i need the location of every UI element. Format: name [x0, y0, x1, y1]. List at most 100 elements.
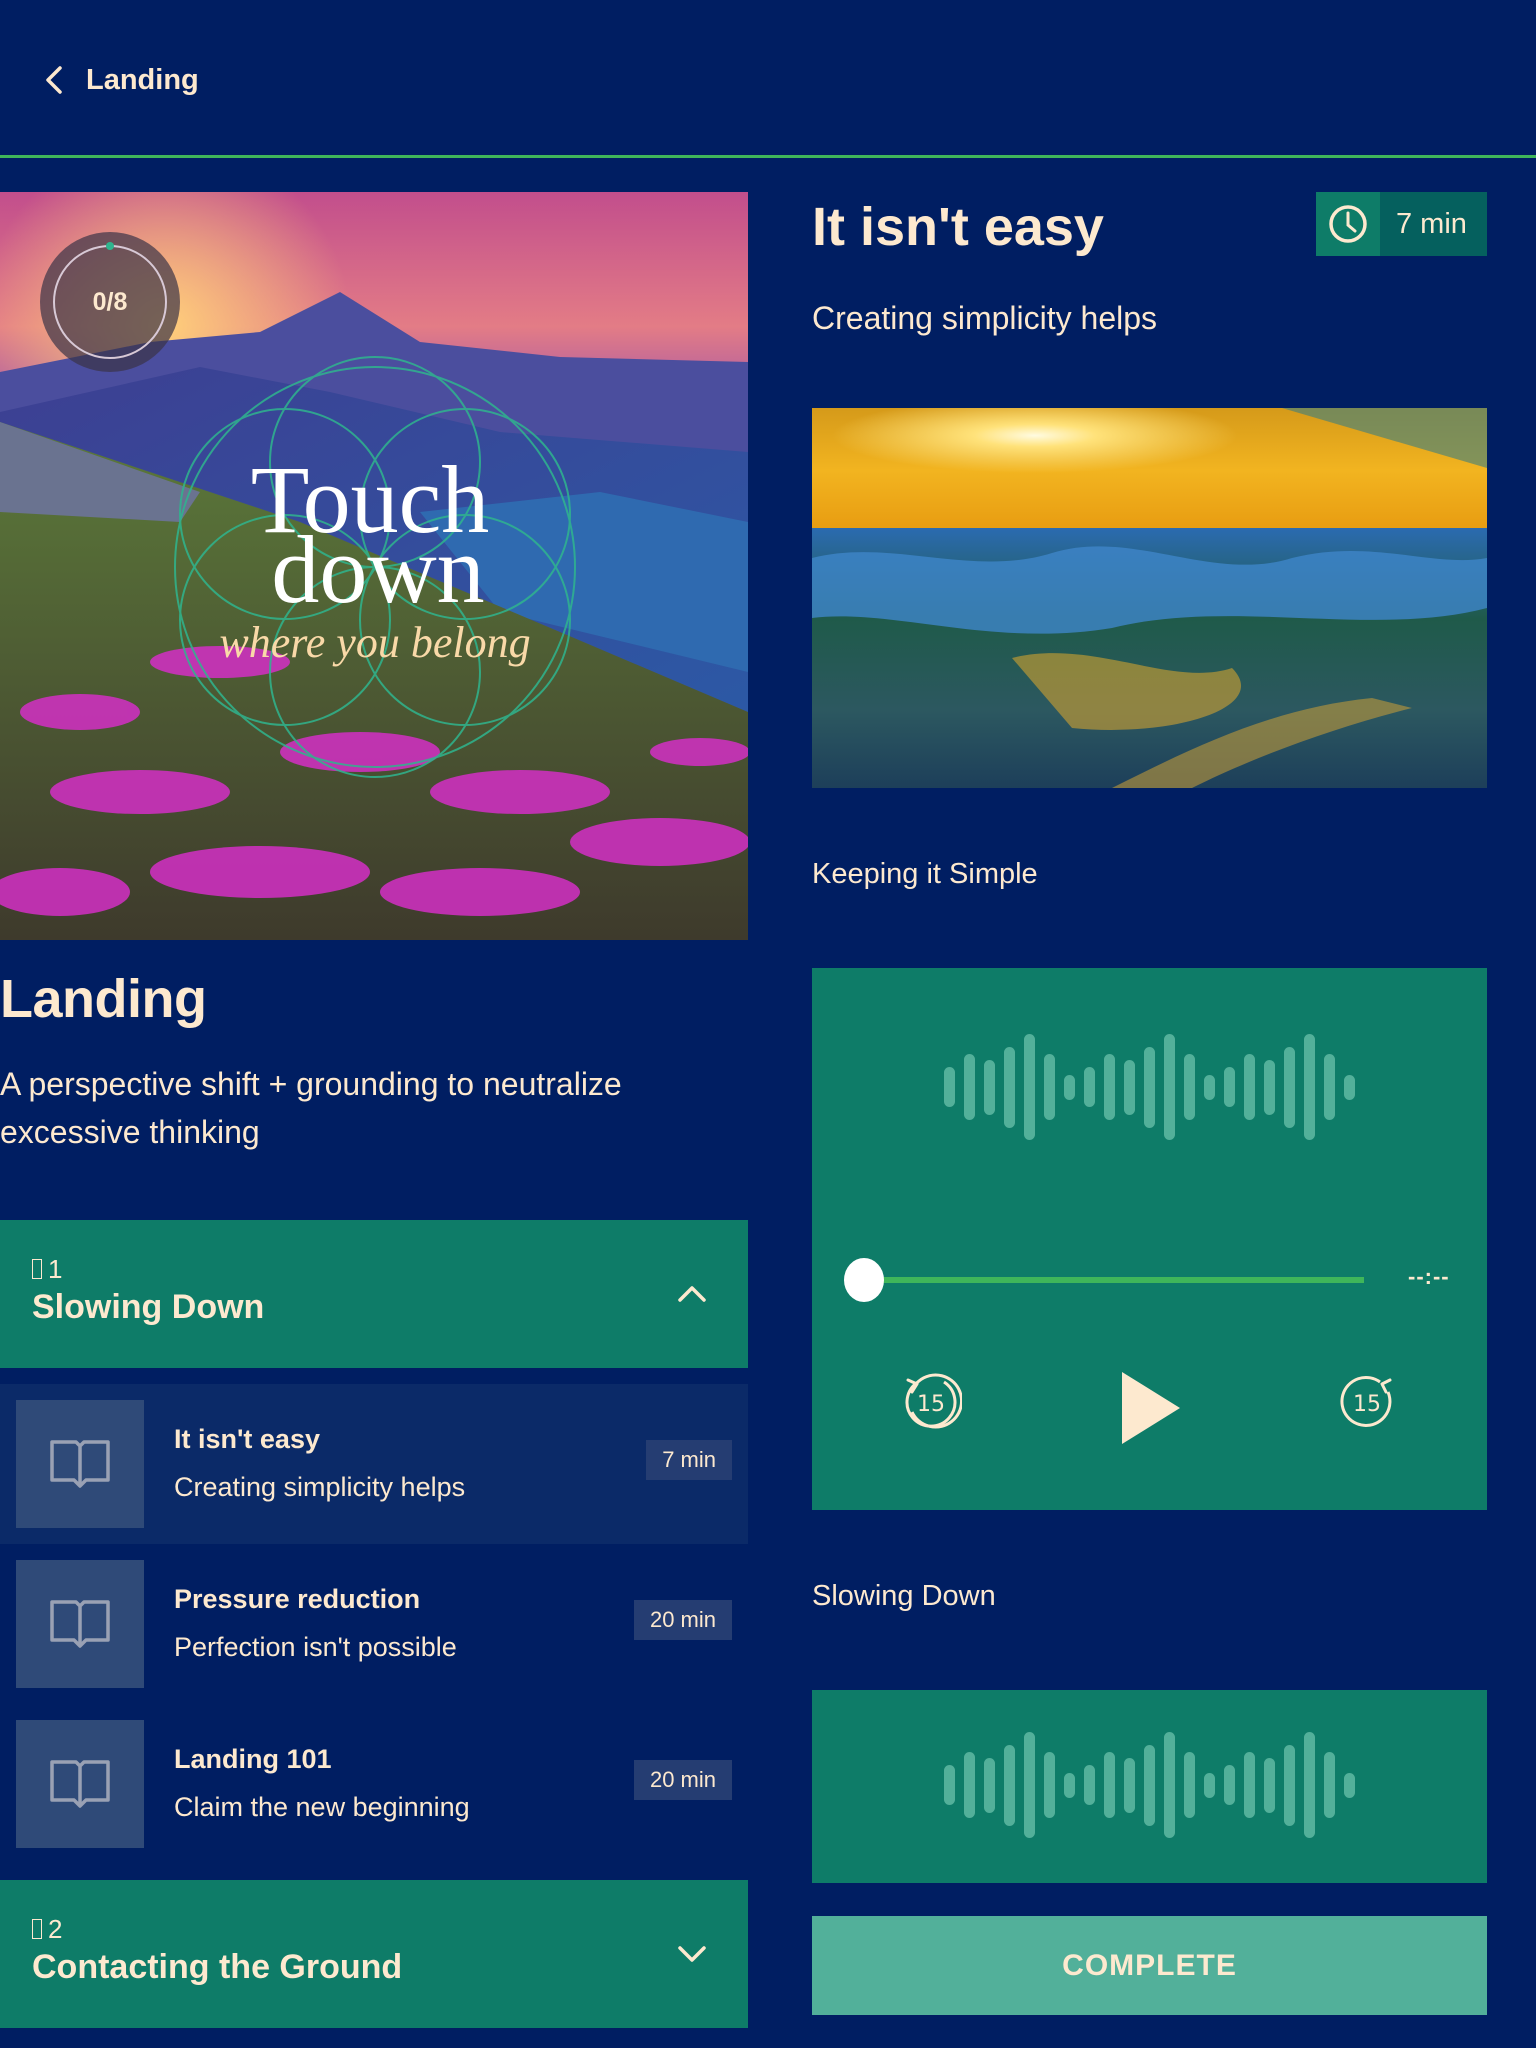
lesson-item[interactable]: Pressure reduction Perfection isn't poss…	[0, 1544, 748, 1704]
waveform-bar	[1044, 1752, 1055, 1818]
section-number-value: 2	[48, 1914, 63, 1944]
top-bar: Landing	[0, 0, 1536, 158]
lesson-title: Pressure reduction	[174, 1584, 421, 1614]
waveform-bar	[1304, 1732, 1315, 1838]
waveform-bar	[1304, 1034, 1315, 1140]
section-number: 2	[32, 1914, 62, 1945]
audio-label-keeping-it-simple: Keeping it Simple	[812, 858, 1038, 890]
clock-icon	[1329, 205, 1367, 243]
rewind-15-button[interactable]: 15	[898, 1370, 964, 1434]
waveform-bar	[1024, 1034, 1035, 1140]
section-title: Contacting the Ground	[32, 1948, 403, 1986]
seek-handle[interactable]	[844, 1258, 884, 1302]
course-title: Landing	[0, 969, 207, 1029]
section-header-contacting-the-ground[interactable]: 2 Contacting the Ground	[0, 1880, 748, 2028]
forward-15-button[interactable]: 15	[1336, 1370, 1400, 1434]
lesson-item[interactable]: Landing 101 Claim the new beginning 20 m…	[0, 1704, 748, 1864]
cover-title-line2: down	[271, 516, 484, 623]
forward-seconds: 15	[1353, 1392, 1381, 1417]
course-cover-image: Touch down where you belong 0/8	[0, 192, 748, 940]
chevron-left-icon[interactable]	[36, 60, 76, 100]
waveform-bar	[1124, 1757, 1135, 1813]
lesson-thumbnail	[16, 1720, 144, 1848]
play-button[interactable]	[1116, 1368, 1186, 1448]
waveform-bar	[964, 1752, 975, 1818]
lesson-detail-subtitle: Creating simplicity helps	[812, 300, 1158, 336]
waveform-bar	[1064, 1772, 1075, 1798]
rewind-seconds: 15	[917, 1392, 945, 1417]
duration-badge: 7 min	[1316, 192, 1487, 256]
waveform-bar	[1204, 1074, 1215, 1100]
clock-icon-wrap	[1316, 192, 1380, 256]
lesson-subtitle: Perfection isn't possible	[174, 1632, 457, 1662]
waveform-bar	[1244, 1752, 1255, 1818]
waveform-bar	[1004, 1046, 1015, 1128]
section-header-slowing-down[interactable]: 1 Slowing Down	[0, 1220, 748, 1368]
waveform-bar	[1344, 1074, 1355, 1100]
lesson-duration: 20 min	[633, 1760, 732, 1800]
waveform-bar	[964, 1054, 975, 1120]
waveform-bar	[1164, 1034, 1175, 1140]
section-number: 1	[32, 1254, 62, 1285]
missing-glyph-icon	[32, 1919, 42, 1939]
ocean-sunset-illustration	[812, 408, 1487, 788]
missing-glyph-icon	[32, 1259, 42, 1279]
complete-button[interactable]: COMPLETE	[812, 1916, 1487, 2015]
section-number-value: 1	[48, 1254, 63, 1284]
waveform-bar	[1284, 1744, 1295, 1826]
waveform-bar	[1044, 1054, 1055, 1120]
lesson-thumbnail	[16, 1560, 144, 1688]
waveform-bar	[1344, 1772, 1355, 1798]
back-link-title[interactable]: Landing	[86, 60, 199, 100]
waveform-bar	[1264, 1059, 1275, 1115]
lesson-duration: 7 min	[646, 1440, 732, 1480]
waveform	[812, 1032, 1487, 1142]
waveform-bar	[1144, 1046, 1155, 1128]
book-open-icon	[50, 1440, 110, 1488]
lesson-duration: 20 min	[633, 1600, 732, 1640]
waveform-bar	[1024, 1732, 1035, 1838]
waveform-bar	[944, 1067, 955, 1107]
audio-card-slowing-down[interactable]	[812, 1690, 1487, 1883]
waveform-bar	[1064, 1074, 1075, 1100]
waveform-bar	[1184, 1752, 1195, 1818]
rewind-15-icon: 15	[905, 1373, 964, 1429]
waveform	[812, 1730, 1487, 1840]
book-open-icon	[50, 1600, 110, 1648]
waveform-bar	[1084, 1067, 1095, 1107]
chevron-up-icon[interactable]	[674, 1276, 710, 1312]
course-description: A perspective shift + grounding to neutr…	[0, 1066, 622, 1150]
waveform-bar	[984, 1059, 995, 1115]
waveform-bar	[1084, 1765, 1095, 1805]
lesson-subtitle: Creating simplicity helps	[174, 1472, 466, 1502]
forward-15-icon: 15	[1340, 1375, 1392, 1427]
lesson-title: It isn't easy	[174, 1424, 320, 1454]
lesson-subtitle: Claim the new beginning	[174, 1792, 470, 1822]
waveform-bar	[1284, 1046, 1295, 1128]
waveform-bar	[1244, 1054, 1255, 1120]
waveform-bar	[984, 1757, 995, 1813]
audio-label-slowing-down: Slowing Down	[812, 1580, 996, 1612]
play-icon	[1122, 1372, 1180, 1444]
lesson-image-ocean-sunset	[812, 408, 1487, 788]
lesson-title: Landing 101	[174, 1744, 332, 1774]
waveform-bar	[1204, 1772, 1215, 1798]
remaining-time: --:--	[1408, 1264, 1450, 1289]
waveform-bar	[1184, 1054, 1195, 1120]
waveform-bar	[944, 1765, 955, 1805]
waveform-bar	[1144, 1744, 1155, 1826]
waveform-bar	[1324, 1752, 1335, 1818]
waveform-bar	[1104, 1054, 1115, 1120]
chevron-down-icon[interactable]	[674, 1936, 710, 1972]
waveform-bar	[1224, 1765, 1235, 1805]
lesson-detail-title: It isn't easy	[812, 197, 1104, 257]
waveform-bar	[1264, 1757, 1275, 1813]
lesson-thumbnail	[16, 1400, 144, 1528]
seek-bar[interactable]	[864, 1277, 1364, 1283]
section-title: Slowing Down	[32, 1288, 265, 1326]
duration-text: 7 min	[1380, 192, 1487, 256]
waveform-bar	[1164, 1732, 1175, 1838]
waveform-bar	[1324, 1054, 1335, 1120]
lesson-item[interactable]: It isn't easy Creating simplicity helps …	[0, 1384, 748, 1544]
audio-player: --:-- 15 15	[812, 968, 1487, 1510]
